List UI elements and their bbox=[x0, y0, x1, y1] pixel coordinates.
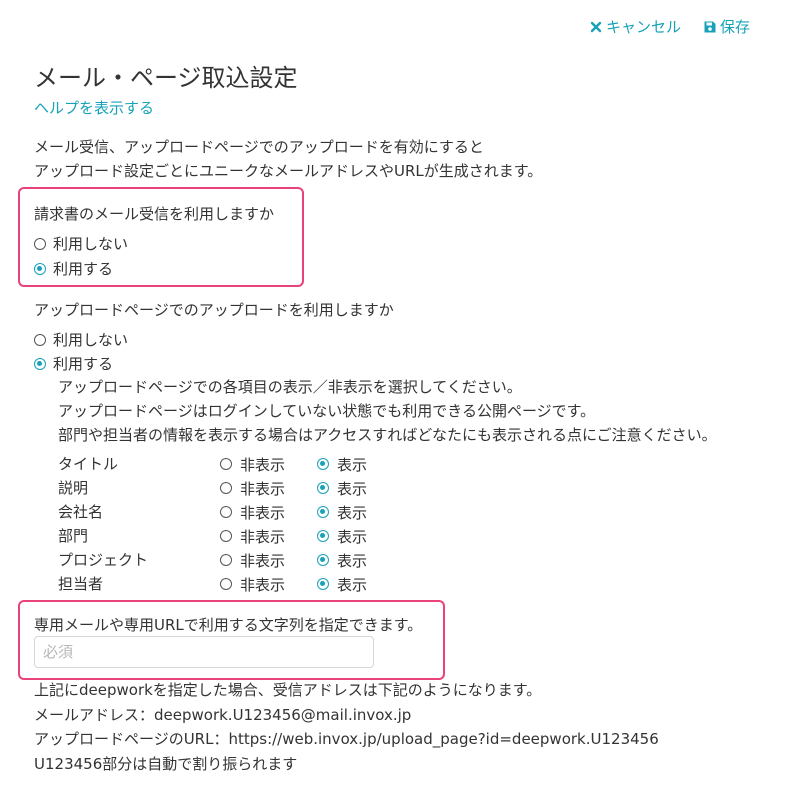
radio-label: 非表示 bbox=[240, 527, 286, 546]
example-line: 上記にdeepworkを指定した場合、受信アドレスは下記のようになります。 bbox=[34, 681, 542, 699]
radio-label: 表示 bbox=[337, 479, 368, 498]
field-label: 部門 bbox=[58, 527, 89, 545]
hide-option[interactable]: 非表示 bbox=[220, 524, 285, 548]
hide-option[interactable]: 非表示 bbox=[220, 476, 285, 500]
intro-text: メール受信、アップロードページでのアップロードを有効にすると アップロード設定ご… bbox=[34, 135, 542, 183]
upload-page-question: アップロードページでのアップロードを利用しますか bbox=[34, 301, 394, 319]
radio-button[interactable] bbox=[220, 554, 232, 566]
show-option[interactable]: 表示 bbox=[317, 572, 367, 596]
radio-label: 非表示 bbox=[240, 575, 286, 594]
toolbar: キャンセル 保存 bbox=[589, 16, 750, 37]
help-link[interactable]: ヘルプを表示する bbox=[34, 97, 154, 118]
intro-line: アップロード設定ごとにユニークなメールアドレスやURLが生成されます。 bbox=[34, 162, 543, 180]
radio-button[interactable] bbox=[34, 237, 46, 250]
radio-button[interactable] bbox=[34, 333, 46, 346]
page-title: メール・ページ取込設定 bbox=[34, 64, 298, 92]
description-line: アップロードページはログインしていない状態でも利用できる公開ページです。 bbox=[58, 402, 596, 420]
radio-label: 表示 bbox=[337, 455, 368, 474]
example-line: U123456部分は自動で割り振られます bbox=[34, 754, 298, 773]
intro-line: メール受信、アップロードページでのアップロードを有効にすると bbox=[34, 138, 484, 156]
radio-button[interactable] bbox=[220, 530, 232, 542]
show-option[interactable]: 表示 bbox=[317, 500, 367, 524]
radio-label: 表示 bbox=[337, 551, 368, 570]
radio-label: 利用する bbox=[53, 260, 114, 278]
email-receipt-option-on[interactable]: 利用する bbox=[34, 258, 113, 279]
radio-button[interactable] bbox=[317, 482, 329, 494]
radio-label: 非表示 bbox=[240, 455, 286, 474]
show-option[interactable]: 表示 bbox=[317, 524, 367, 548]
radio-label: 非表示 bbox=[240, 479, 286, 498]
radio-button[interactable] bbox=[220, 482, 232, 494]
email-receipt-option-off[interactable]: 利用しない bbox=[34, 233, 128, 254]
radio-button[interactable] bbox=[220, 506, 232, 518]
radio-button[interactable] bbox=[220, 578, 232, 590]
radio-label: 表示 bbox=[337, 575, 368, 594]
radio-button[interactable] bbox=[317, 578, 329, 590]
cancel-button[interactable]: キャンセル bbox=[589, 16, 681, 37]
example-text: 上記にdeepworkを指定した場合、受信アドレスは下記のようになります。 メー… bbox=[34, 678, 659, 776]
radio-label: 利用しない bbox=[53, 331, 129, 349]
radio-label: 非表示 bbox=[240, 551, 286, 570]
hide-option[interactable]: 非表示 bbox=[220, 452, 285, 476]
field-label: 会社名 bbox=[58, 503, 104, 521]
floppy-disk-icon bbox=[704, 21, 716, 32]
radio-button[interactable] bbox=[34, 357, 46, 370]
field-label: 担当者 bbox=[58, 575, 104, 593]
description-line: 部門や担当者の情報を表示する場合はアクセスすればどなたにも表示される点にご注意く… bbox=[58, 426, 717, 444]
hide-option[interactable]: 非表示 bbox=[220, 572, 285, 596]
save-button-label: 保存 bbox=[719, 18, 750, 36]
prefix-label: 専用メールや専用URLで利用する文字列を指定できます。 bbox=[34, 616, 423, 634]
close-icon bbox=[590, 21, 602, 32]
radio-button[interactable] bbox=[317, 458, 329, 470]
field-label: タイトル bbox=[58, 455, 119, 473]
hide-option[interactable]: 非表示 bbox=[220, 548, 285, 572]
upload-page-option-off[interactable]: 利用しない bbox=[34, 329, 128, 350]
field-label: プロジェクト bbox=[58, 551, 149, 569]
radio-button[interactable] bbox=[317, 506, 329, 518]
radio-label: 利用しない bbox=[53, 235, 129, 253]
prefix-input[interactable] bbox=[34, 636, 374, 668]
radio-button[interactable] bbox=[34, 262, 46, 275]
radio-label: 表示 bbox=[337, 527, 368, 546]
field-label: 説明 bbox=[58, 479, 89, 497]
radio-label: 非表示 bbox=[240, 503, 286, 522]
description-line: アップロードページでの各項目の表示／非表示を選択してください。 bbox=[58, 378, 522, 396]
radio-label: 利用する bbox=[53, 355, 114, 373]
upload-page-description: アップロードページでの各項目の表示／非表示を選択してください。 アップロードペー… bbox=[58, 375, 717, 447]
radio-button[interactable] bbox=[220, 458, 232, 470]
upload-page-option-on[interactable]: 利用する bbox=[34, 353, 113, 374]
show-option[interactable]: 表示 bbox=[317, 476, 367, 500]
show-option[interactable]: 表示 bbox=[317, 452, 367, 476]
radio-button[interactable] bbox=[317, 554, 329, 566]
email-receipt-question: 請求書のメール受信を利用しますか bbox=[34, 205, 275, 223]
radio-label: 表示 bbox=[337, 503, 368, 522]
hide-option[interactable]: 非表示 bbox=[220, 500, 285, 524]
show-option[interactable]: 表示 bbox=[317, 548, 367, 572]
radio-button[interactable] bbox=[317, 530, 329, 542]
example-url: アップロードページのURL：https://web.invox.jp/uploa… bbox=[34, 730, 659, 748]
cancel-button-label: キャンセル bbox=[605, 18, 681, 36]
example-email: メールアドレス：deepwork.U123456@mail.invox.jp bbox=[34, 705, 412, 724]
save-button[interactable]: 保存 bbox=[703, 16, 750, 37]
